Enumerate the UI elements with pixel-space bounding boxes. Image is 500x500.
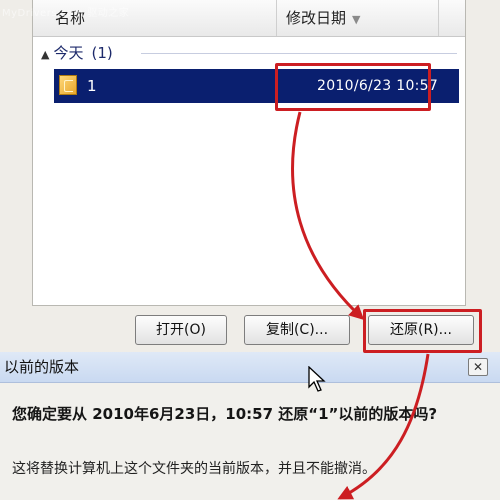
close-icon[interactable]: ✕ bbox=[468, 358, 488, 376]
versions-list[interactable]: 名称 修改日期 ▼ ▲ 今天 (1) 1 2010/6/23 10:57 bbox=[32, 0, 466, 306]
copy-button[interactable]: 复制(C)... bbox=[244, 315, 350, 345]
watermark: MyDrivers.com 驱动之家 bbox=[2, 8, 130, 19]
group-label: 今天 bbox=[53, 44, 84, 62]
open-button[interactable]: 打开(O) bbox=[135, 315, 227, 345]
item-date: 2010/6/23 10:57 bbox=[317, 78, 439, 94]
column-header-date[interactable]: 修改日期 ▼ bbox=[277, 0, 439, 36]
column-header-date-label: 修改日期 bbox=[286, 9, 347, 27]
dialog-question: 您确定要从 2010年6月23日，10:57 还原“1”以前的版本吗? bbox=[12, 405, 438, 423]
sort-down-icon: ▼ bbox=[352, 13, 361, 26]
dialog-message: 这将替换计算机上这个文件夹的当前版本，并且不能撤消。 bbox=[12, 461, 376, 477]
dialog-title: 以前的版本 bbox=[4, 358, 80, 376]
list-item[interactable]: 1 2010/6/23 10:57 bbox=[54, 69, 459, 103]
dialog-title-bar[interactable]: 以前的版本 ✕ bbox=[0, 352, 500, 383]
group-count: (1) bbox=[91, 44, 113, 62]
mouse-cursor-icon bbox=[308, 366, 326, 392]
folder-icon bbox=[59, 75, 77, 95]
confirm-dialog: 以前的版本 ✕ 您确定要从 2010年6月23日，10:57 还原“1”以前的版… bbox=[0, 352, 500, 500]
group-divider bbox=[141, 53, 457, 54]
restore-button[interactable]: 还原(R)... bbox=[368, 315, 474, 345]
item-name: 1 bbox=[87, 77, 97, 95]
collapse-arrow-icon[interactable]: ▲ bbox=[41, 48, 49, 61]
group-header-today[interactable]: ▲ 今天 (1) bbox=[41, 42, 457, 64]
